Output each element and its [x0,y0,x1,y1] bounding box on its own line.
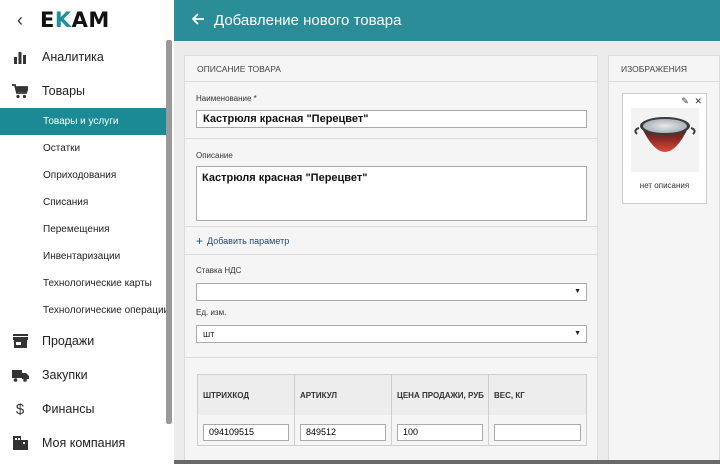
sidebar-scrollbar[interactable] [166,40,172,424]
page-header: Добавление нового товара [174,0,720,41]
sidebar-subitem-inventories[interactable]: Инвентаризации [0,243,166,270]
image-card[interactable]: ✎ ✕ нет описания [622,93,707,204]
edit-icon[interactable]: ✎ [681,96,689,106]
sidebar-item-label: Аналитика [42,50,104,64]
add-parameter-label: Добавить параметр [207,236,290,246]
barcode-input[interactable] [203,423,289,441]
dropdown-arrow-icon: ▼ [574,288,581,295]
weight-input[interactable] [494,423,581,441]
price-input[interactable] [397,423,483,441]
unit-label: Ед. изм. [196,308,227,317]
table-row [198,415,586,445]
description-label: Описание [196,151,233,160]
sidebar-top: ‹ EKAM [0,0,174,40]
name-input[interactable]: Кастрюля красная "Перецвет" [196,110,587,128]
horizontal-scrollbar[interactable] [174,460,720,464]
name-label: Наименование * [196,94,257,103]
sidebar-item-purchases[interactable]: Закупки [0,358,174,392]
sidebar-subitem-tech-cards[interactable]: Технологические карты [0,270,166,297]
cart-icon [9,83,31,99]
sidebar-subitem-writeoffs[interactable]: Списания [0,189,166,216]
building-icon [9,435,31,451]
vat-select[interactable]: ▼ [196,283,587,301]
images-section-title: ИЗОБРАЖЕНИЯ [609,56,719,82]
sidebar-item-sales[interactable]: Продажи [0,324,174,358]
sidebar-item-label: Товары [42,84,85,98]
vat-unit-section: Ставка НДС ▼ Ед. изм. шт ▼ [185,255,597,358]
unit-select[interactable]: шт ▼ [196,325,587,343]
sidebar-subitem-goods-services[interactable]: Товары и услуги [0,108,166,135]
add-parameter-link[interactable]: + Добавить параметр [196,234,289,248]
description-textarea[interactable]: Кастрюля красная "Перецвет" [196,166,587,221]
product-image [631,108,699,172]
name-section: Наименование * Кастрюля красная "Перецве… [185,82,597,139]
store-icon [9,333,31,349]
vat-label: Ставка НДС [196,266,242,275]
sidebar: ‹ EKAM Аналитика Товары Товары и услуги … [0,0,174,464]
col-article: АРТИКУЛ [295,375,392,415]
sidebar-item-label: Финансы [42,402,95,416]
dollar-icon: $ [15,400,25,418]
main-content: ОПИСАНИЕ ТОВАРА Наименование * Кастрюля … [174,41,720,464]
logo[interactable]: EKAM [40,8,110,32]
price-table: ШТРИХКОД АРТИКУЛ ЦЕНА ПРОДАЖИ, РУБ ВЕС, … [197,374,587,446]
image-caption: нет описания [639,181,690,190]
sidebar-item-goods[interactable]: Товары [0,74,174,108]
col-price: ЦЕНА ПРОДАЖИ, РУБ [392,375,489,415]
plus-icon: + [196,234,204,248]
sidebar-item-label: Продажи [42,334,95,348]
sidebar-subitem-transfers[interactable]: Перемещения [0,216,166,243]
image-tools: ✎ ✕ [681,96,702,107]
sidebar-item-finance[interactable]: $ Финансы [0,392,174,426]
images-panel: ИЗОБРАЖЕНИЯ ✎ ✕ нет описания [608,55,720,464]
collapse-sidebar-icon[interactable]: ‹ [0,10,40,31]
sidebar-subitem-stock[interactable]: Остатки [0,135,166,162]
close-icon[interactable]: ✕ [694,96,702,106]
sidebar-item-my-company[interactable]: Моя компания [0,426,174,460]
sidebar-item-label: Моя компания [42,436,126,450]
bar-chart-icon [9,49,31,65]
table-header: ШТРИХКОД АРТИКУЛ ЦЕНА ПРОДАЖИ, РУБ ВЕС, … [198,375,586,415]
col-weight: ВЕС, КГ [494,390,525,400]
article-input[interactable] [300,423,386,441]
sidebar-subitem-tech-operations[interactable]: Технологические операции [0,297,166,324]
add-param-section: + Добавить параметр [185,227,597,255]
barcode-section: ШТРИХКОД АРТИКУЛ ЦЕНА ПРОДАЖИ, РУБ ВЕС, … [185,358,597,458]
product-description-panel: ОПИСАНИЕ ТОВАРА Наименование * Кастрюля … [184,55,598,464]
truck-icon [9,367,31,383]
sidebar-item-analytics[interactable]: Аналитика [0,40,174,74]
sidebar-item-label: Закупки [42,368,88,382]
dropdown-arrow-icon: ▼ [574,330,581,337]
unit-select-value: шт [203,329,215,339]
page-title: Добавление нового товара [214,12,402,29]
sidebar-subitem-receipts[interactable]: Оприходования [0,162,166,189]
description-section: Описание Кастрюля красная "Перецвет" [185,139,597,227]
back-arrow-icon[interactable] [191,12,204,30]
col-barcode: ШТРИХКОД [198,375,295,415]
section-title: ОПИСАНИЕ ТОВАРА [185,56,597,82]
